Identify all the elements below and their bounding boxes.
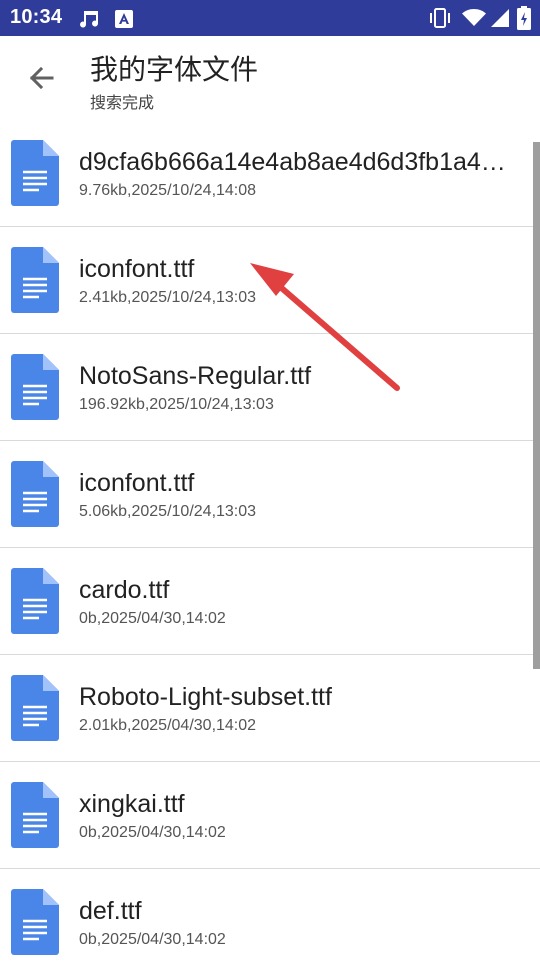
file-row[interactable]: cardo.ttf 0b,2025/04/30,14:02 — [0, 548, 540, 655]
file-meta: 0b,2025/04/30,14:02 — [79, 931, 226, 948]
file-meta: 9.76kb,2025/10/24,14:08 — [79, 182, 257, 199]
document-icon — [11, 782, 59, 848]
file-meta: 2.41kb,2025/10/24,13:03 — [79, 289, 257, 306]
document-icon — [11, 461, 59, 527]
scrollbar[interactable] — [533, 142, 540, 669]
app-toolbar: 我的字体文件 搜索完成 — [0, 36, 540, 121]
document-icon — [11, 354, 59, 420]
file-meta: 196.92kb,2025/10/24,13:03 — [79, 396, 274, 413]
file-row[interactable]: NotoSans-Regular.ttf 196.92kb,2025/10/24… — [0, 334, 540, 441]
signal-icon — [491, 9, 509, 27]
document-icon — [11, 568, 59, 634]
file-name: NotoSans-Regular.ttf — [79, 362, 312, 390]
file-name: xingkai.ttf — [79, 790, 185, 818]
file-meta: 2.01kb,2025/04/30,14:02 — [79, 717, 257, 734]
file-name: cardo.ttf — [79, 576, 170, 604]
file-name: Roboto-Light-subset.ttf — [79, 683, 332, 711]
file-row[interactable]: d9cfa6b666a14e4ab8ae4d6d3fb1a4… 9.76kb,2… — [0, 120, 540, 227]
file-name: def.ttf — [79, 897, 142, 925]
file-row[interactable]: iconfont.ttf 2.41kb,2025/10/24,13:03 — [0, 227, 540, 334]
file-meta: 5.06kb,2025/10/24,13:03 — [79, 503, 257, 520]
document-icon — [11, 140, 59, 206]
file-name: d9cfa6b666a14e4ab8ae4d6d3fb1a4… — [79, 148, 506, 176]
page-subtitle: 搜索完成 — [90, 95, 155, 112]
back-button[interactable] — [24, 60, 60, 96]
document-icon — [11, 247, 59, 313]
battery-icon — [517, 6, 531, 30]
music-note-icon — [80, 11, 99, 28]
status-time: 10:34 — [10, 6, 63, 28]
page-title: 我的字体文件 — [90, 54, 259, 85]
file-name: iconfont.ttf — [79, 469, 195, 497]
file-row[interactable]: def.ttf 0b,2025/04/30,14:02 — [0, 869, 540, 975]
file-row[interactable]: Roboto-Light-subset.ttf 2.01kb,2025/04/3… — [0, 655, 540, 762]
file-meta: 0b,2025/04/30,14:02 — [79, 824, 226, 841]
arrow-left-icon — [29, 66, 54, 90]
text-a-icon — [115, 10, 133, 28]
file-name: iconfont.ttf — [79, 255, 195, 283]
vibrate-icon — [430, 8, 450, 28]
file-meta: 0b,2025/04/30,14:02 — [79, 610, 226, 627]
status-bar: 10:34 — [0, 0, 540, 36]
file-list: d9cfa6b666a14e4ab8ae4d6d3fb1a4… 9.76kb,2… — [0, 120, 540, 975]
file-row[interactable]: xingkai.ttf 0b,2025/04/30,14:02 — [0, 762, 540, 869]
document-icon — [11, 889, 59, 955]
wifi-icon — [462, 9, 486, 26]
file-row[interactable]: iconfont.ttf 5.06kb,2025/10/24,13:03 — [0, 441, 540, 548]
document-icon — [11, 675, 59, 741]
